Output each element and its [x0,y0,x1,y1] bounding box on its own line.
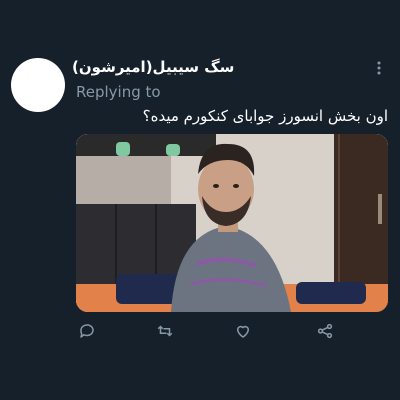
comment-icon[interactable] [76,320,98,342]
heart-icon[interactable] [232,320,254,342]
media-image[interactable] [76,134,388,312]
replying-to-label: Replying to [76,83,161,101]
tweet-container: سگ سیبیل(امیرشون) Replying to اون بخش ان… [0,0,400,400]
more-vertical-icon[interactable] [374,60,384,76]
tweet-text: اون بخش انسورز جوابای کنکورم میده؟ [142,107,388,125]
author-name[interactable]: سگ سیبیل(امیرشون) [72,56,234,78]
avatar[interactable] [11,58,65,112]
tweet-actions [76,320,388,342]
share-icon[interactable] [314,320,336,342]
retweet-icon[interactable] [154,320,176,342]
